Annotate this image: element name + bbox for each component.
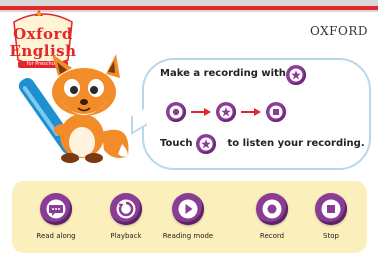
arrow-right-icon (241, 108, 261, 116)
read-along-button[interactable] (40, 193, 72, 225)
playback-label: Playback (110, 232, 142, 240)
read-along-label: Read along (36, 232, 76, 240)
control-toolbar: Read along Playback Reading mode Record … (12, 181, 367, 253)
star-icon (196, 134, 216, 154)
arrow-right-icon (191, 108, 211, 116)
app-screen: Oxford English for Preschool OXFORD Make… (0, 0, 378, 270)
reading-mode-button[interactable] (172, 193, 204, 225)
instruction-touch-text: Touch (160, 138, 193, 149)
oxford-brand: OXFORD (310, 24, 368, 38)
stop-label: Stop (323, 232, 339, 240)
stop-square-icon (321, 199, 341, 219)
playback-button[interactable] (110, 193, 142, 225)
stop-button[interactable] (315, 193, 347, 225)
star-icon (286, 65, 306, 85)
star-icon (216, 102, 236, 122)
instruction-listen-text: to listen your recording. (227, 138, 365, 149)
fox-mascot-icon (18, 54, 129, 163)
record-dot-icon (262, 199, 282, 219)
speech-bubble-icon (46, 199, 66, 219)
play-triangle-icon (178, 199, 198, 219)
replay-arrow-icon (116, 199, 136, 219)
reading-mode-label: Reading mode (162, 232, 214, 240)
instruction-bubble: Make a recording with Touch to listen yo… (131, 58, 371, 170)
record-button[interactable] (256, 193, 288, 225)
record-dot-icon (166, 102, 186, 122)
record-label: Record (259, 232, 285, 240)
stop-square-icon (266, 102, 286, 122)
logo-text-oxford: Oxford (13, 25, 73, 43)
instruction-line-1: Make a recording with (160, 68, 286, 79)
instruction-line-3: Touch to listen your recording. (160, 138, 365, 149)
